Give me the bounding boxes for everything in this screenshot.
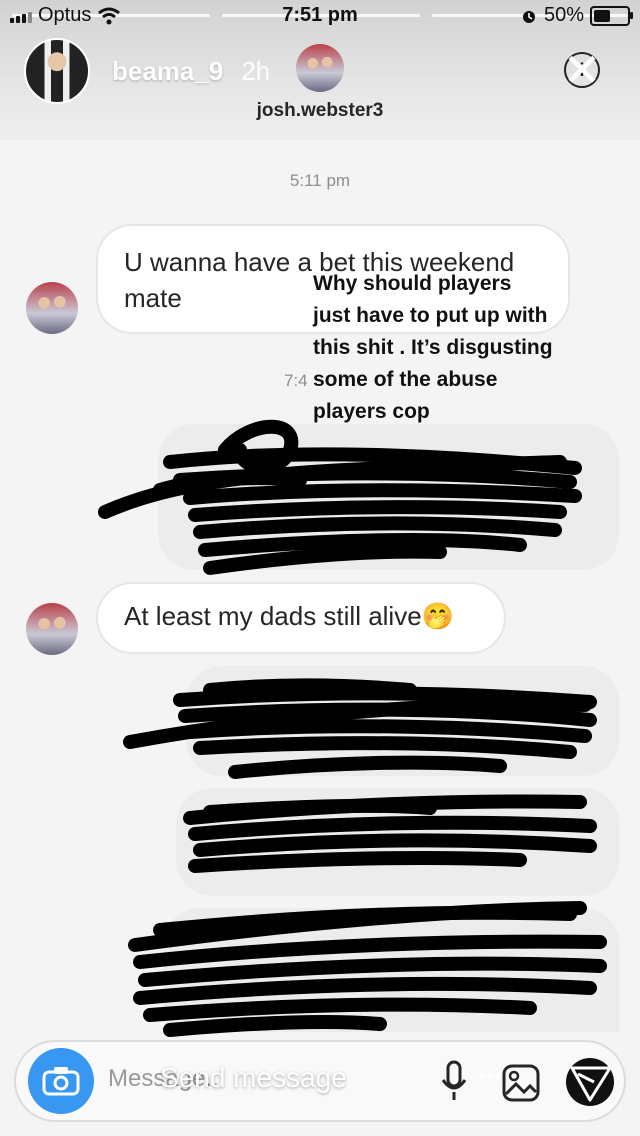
caption-line: players cop xyxy=(313,400,430,423)
story-caption: Why should players just have to put up w… xyxy=(313,268,613,428)
scribble-4 xyxy=(128,901,607,1037)
more-dots-icon[interactable] xyxy=(478,1072,502,1080)
camera-button[interactable] xyxy=(28,1048,94,1114)
caption-line: this shit . It’s disgusting xyxy=(313,336,553,359)
scribble-3 xyxy=(183,794,597,873)
scribble-1 xyxy=(98,419,582,575)
scribble-2 xyxy=(123,678,597,779)
caption-line: Why should players xyxy=(313,272,512,295)
mic-icon[interactable] xyxy=(440,1060,468,1104)
send-button[interactable] xyxy=(564,1056,616,1108)
camera-icon xyxy=(42,1067,80,1096)
redaction-scribbles xyxy=(98,419,607,1037)
gallery-icon[interactable] xyxy=(502,1064,540,1102)
direct-send-icon xyxy=(566,1058,614,1106)
caption-line: just have to put up with xyxy=(313,304,548,327)
story-reply-field[interactable]: Send message xyxy=(160,1062,347,1094)
caption-line: some of the abuse xyxy=(313,368,498,391)
